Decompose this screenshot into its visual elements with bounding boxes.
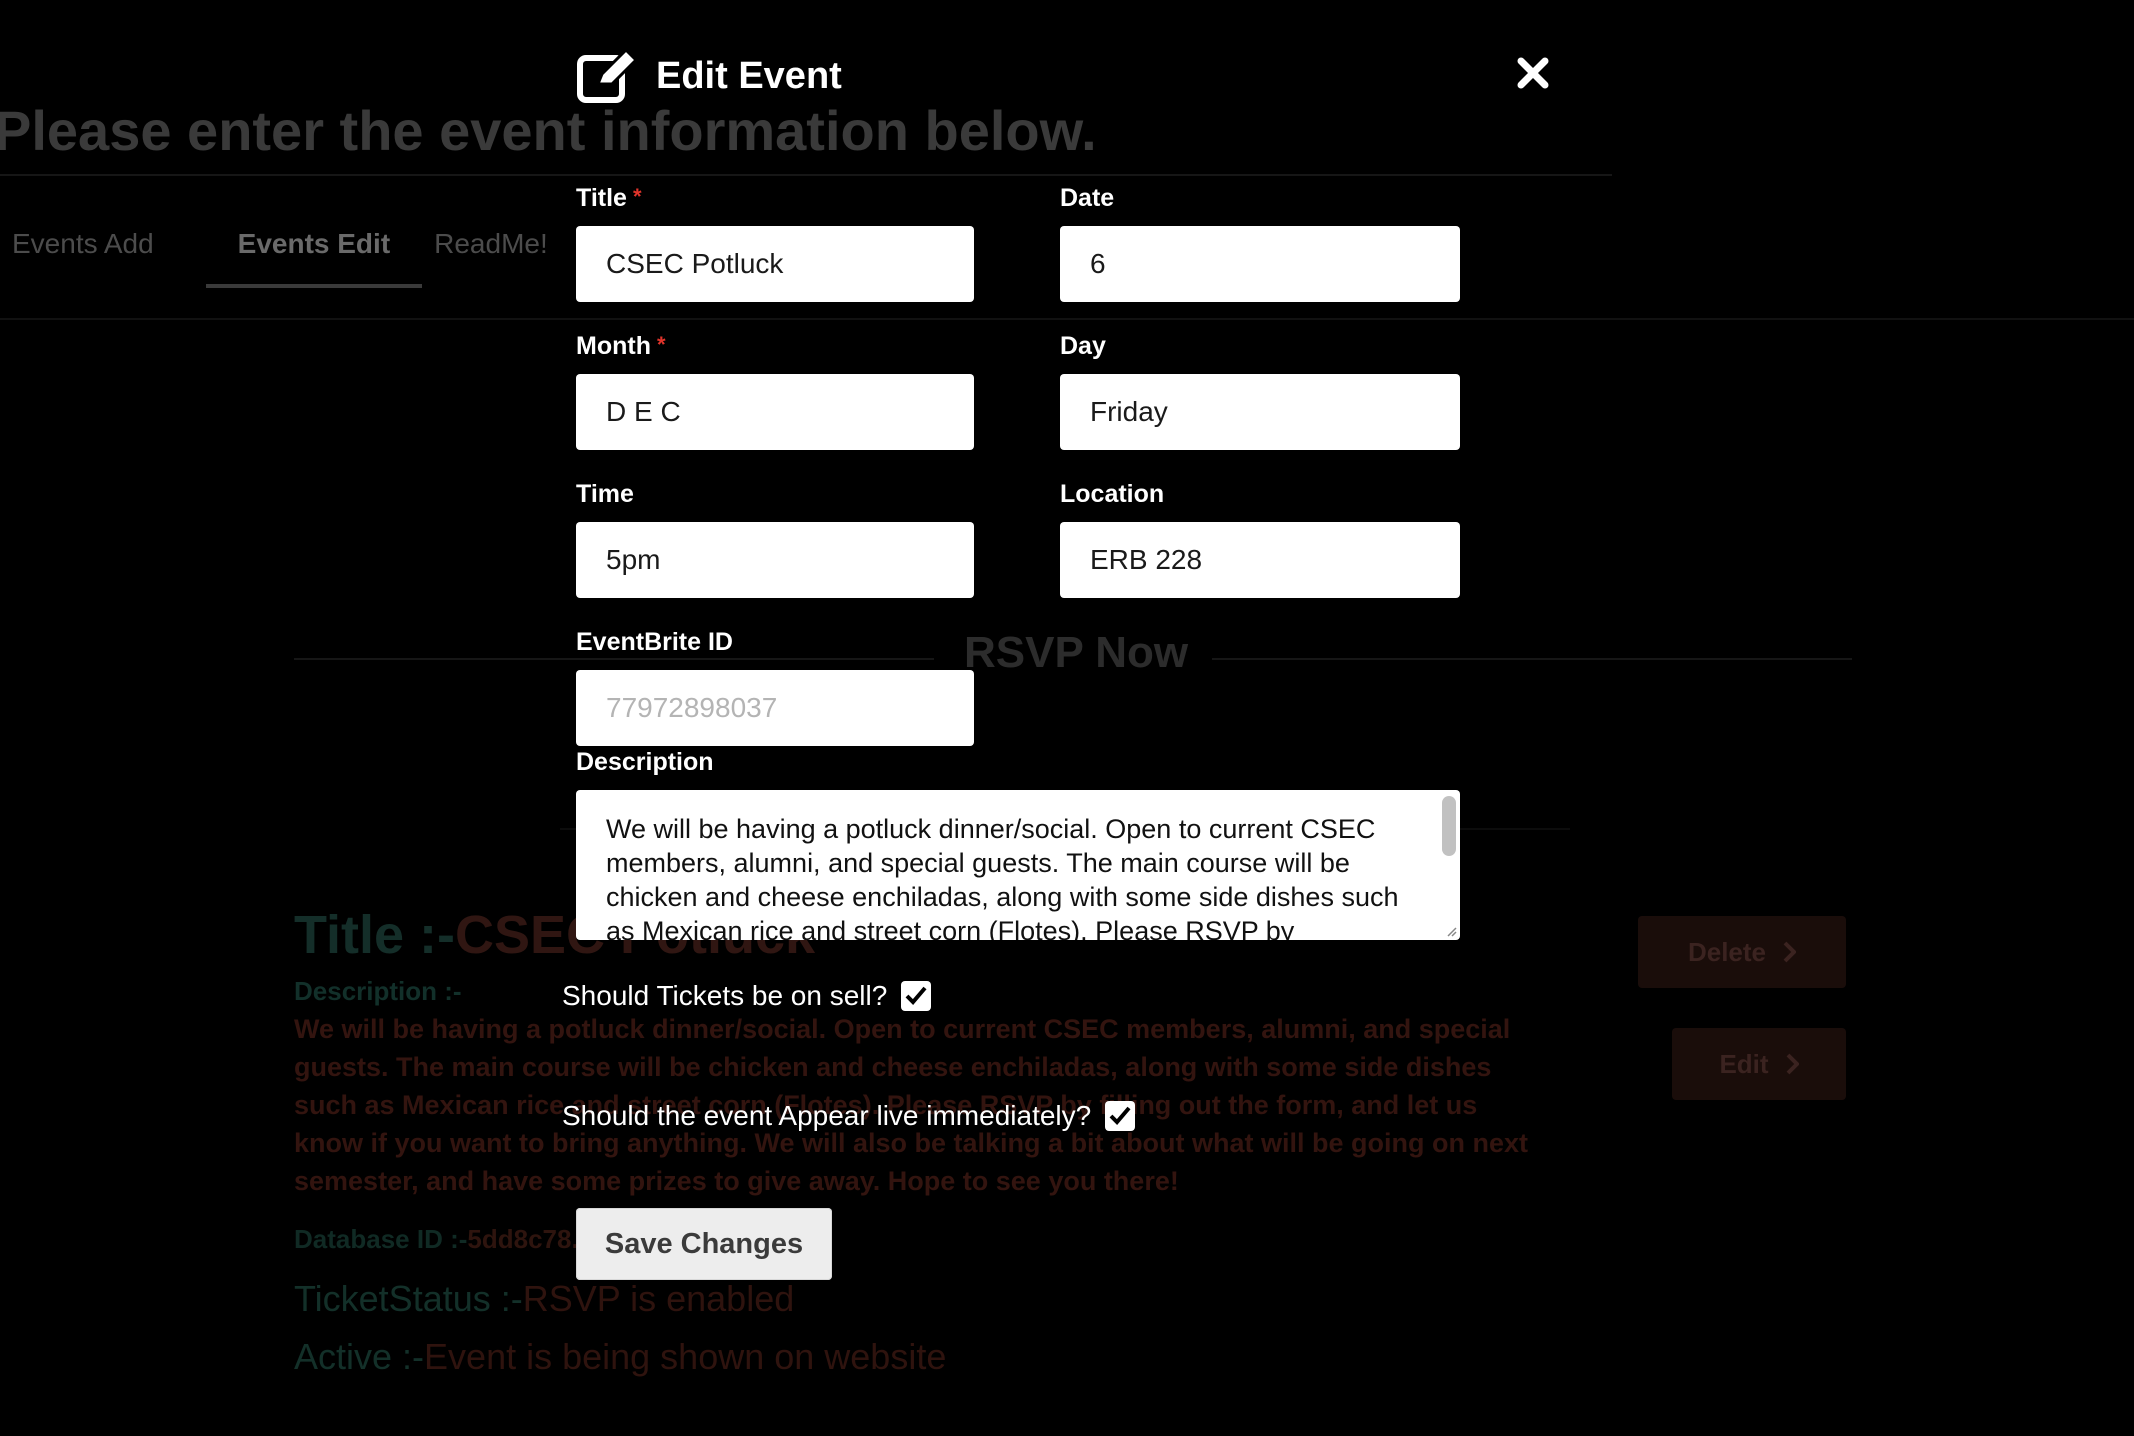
tab-bar: Events Add Events Edit ReadMe! [0, 228, 580, 288]
rsvp-rule-left [294, 658, 934, 660]
check-icon [1109, 1106, 1131, 1125]
edit-button-label: Edit [1719, 1048, 1769, 1079]
ticket-status-value: RSVP is enabled [522, 1278, 795, 1319]
day-input[interactable] [1060, 374, 1460, 450]
edit-icon [577, 48, 638, 103]
event-database-id: Database ID :-5dd8c78...e [294, 1224, 608, 1255]
modal-header: Edit Event [576, 48, 842, 104]
active-value: Event is being shown on website [424, 1336, 947, 1377]
rsvp-rule-right [1212, 658, 1852, 660]
rsvp-heading: RSVP Now [964, 628, 1189, 677]
ticket-status-key: TicketStatus :- [294, 1278, 523, 1319]
title-input[interactable] [576, 226, 974, 302]
chevron-right-icon [1786, 1053, 1799, 1075]
database-id-key: Database ID :- [294, 1224, 468, 1254]
location-label: Location [1060, 480, 1165, 508]
date-label: Date [1060, 184, 1115, 212]
delete-button-label: Delete [1687, 936, 1767, 967]
chevron-right-icon [1783, 941, 1797, 963]
description-scrollbar[interactable] [1442, 796, 1456, 856]
eventbrite-id-input[interactable] [576, 670, 974, 746]
appear-live-row: Should the event Appear live immediately… [562, 1100, 1136, 1132]
month-label: Month * [576, 332, 666, 360]
save-changes-button[interactable]: Save Changes [576, 1208, 832, 1280]
eventbrite-id-label: EventBrite ID [576, 628, 733, 656]
tickets-on-sell-row: Should Tickets be on sell? [562, 980, 932, 1012]
close-icon[interactable] [1516, 56, 1550, 90]
page-heading: Please enter the event information below… [0, 99, 1097, 162]
required-marker: * [656, 332, 666, 357]
active-key: Active :- [294, 1336, 425, 1377]
delete-button[interactable]: Delete [1638, 916, 1846, 988]
event-active-status: Active :-Event is being shown on website [294, 1336, 946, 1378]
title-label: Title * [576, 184, 642, 212]
heading-divider [0, 174, 1612, 176]
time-label: Time [576, 480, 634, 508]
resize-grip-icon[interactable] [1445, 925, 1457, 937]
description-textarea[interactable]: We will be having a potluck dinner/socia… [576, 790, 1460, 940]
description-text: We will be having a potluck dinner/socia… [606, 814, 1399, 940]
time-input[interactable] [576, 522, 974, 598]
month-input[interactable] [576, 374, 974, 450]
event-ticket-status: TicketStatus :-RSVP is enabled [294, 1278, 794, 1320]
edit-button[interactable]: Edit [1672, 1028, 1846, 1100]
tab-events-edit[interactable]: Events Edit [205, 228, 423, 288]
tab-events-add[interactable]: Events Add [0, 228, 186, 288]
location-input[interactable] [1060, 522, 1460, 598]
appear-live-checkbox[interactable] [1105, 1101, 1136, 1131]
event-description-label: Description :- [294, 976, 462, 1006]
tab-divider [0, 318, 2134, 320]
event-title-key: Title :- [294, 905, 455, 965]
tickets-on-sell-checkbox[interactable] [901, 981, 932, 1011]
check-icon [905, 986, 927, 1005]
day-label: Day [1060, 332, 1106, 360]
tab-readme[interactable]: ReadMe! [422, 228, 580, 288]
date-input[interactable] [1060, 226, 1460, 302]
appear-live-label: Should the event Appear live immediately… [562, 1100, 1092, 1131]
required-marker: * [632, 184, 642, 209]
tickets-on-sell-label: Should Tickets be on sell? [562, 980, 888, 1011]
description-label: Description [576, 748, 714, 776]
modal-title: Edit Event [656, 54, 842, 97]
